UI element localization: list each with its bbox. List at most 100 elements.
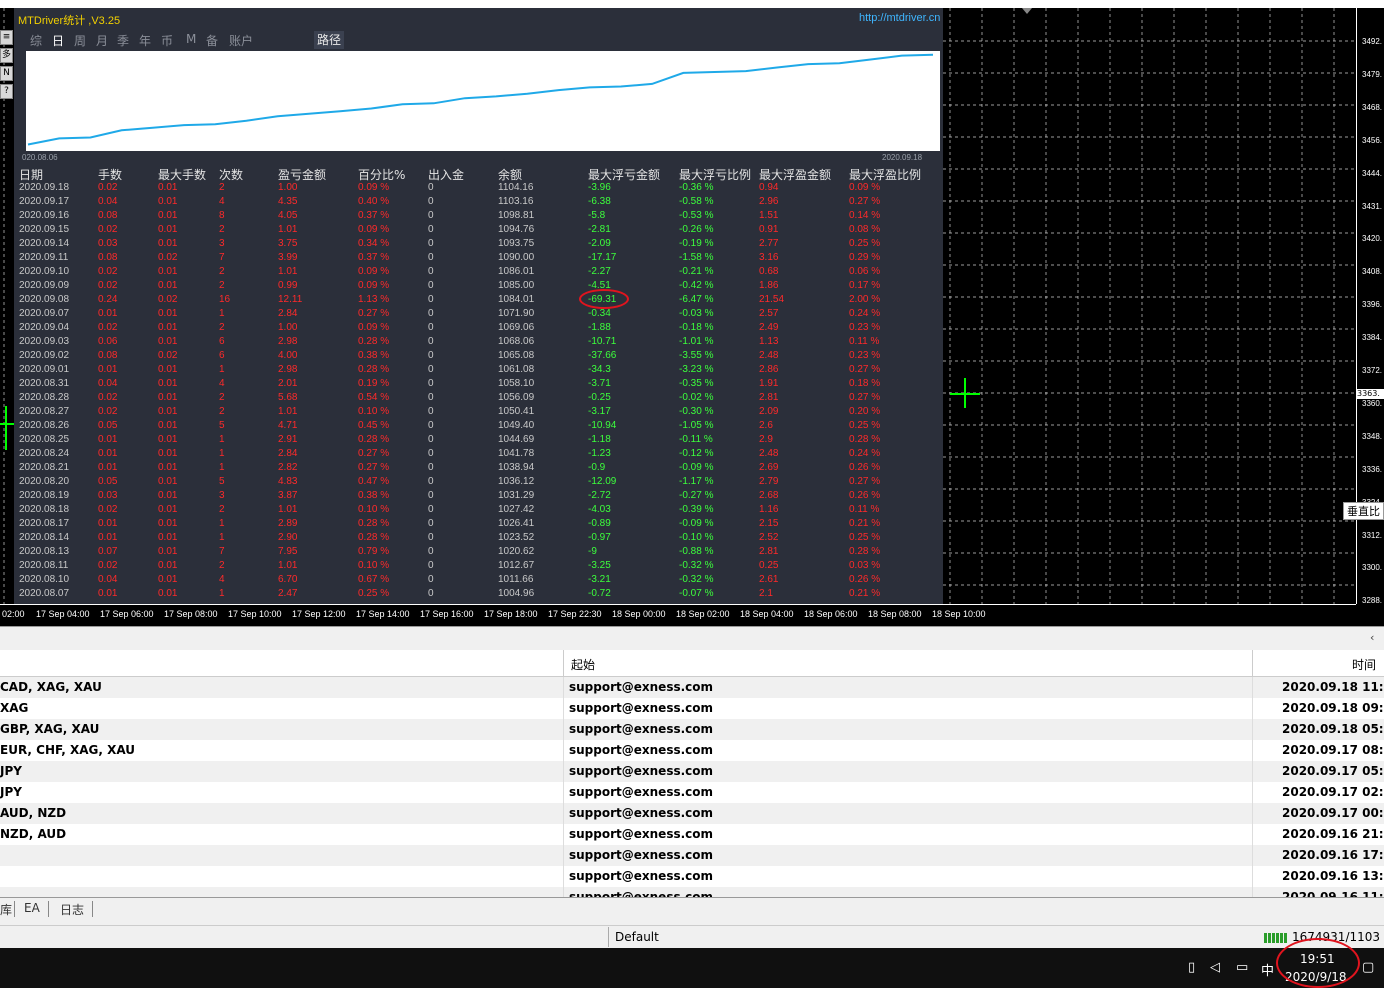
tab-period-2[interactable]: 周 [74, 32, 86, 49]
price-tick-label: 3420. [1362, 234, 1383, 244]
stats-cell: 0.26 % [849, 462, 881, 473]
stats-cell: -0.35 % [679, 378, 714, 389]
tab-period-8[interactable]: 备 [206, 32, 218, 49]
path-button[interactable]: 路径 [314, 31, 344, 49]
column-divider [1252, 740, 1253, 761]
stats-cell: 1 [219, 532, 225, 543]
stats-header-3[interactable]: 次数 [219, 166, 243, 183]
usb-icon[interactable]: ▯ [1188, 960, 1195, 975]
stats-cell: 1049.40 [498, 420, 535, 431]
stats-cell: 0.01 [158, 504, 178, 515]
stats-cell: 2.98 [278, 364, 298, 375]
price-tick-label: 3468. [1362, 102, 1383, 112]
mailbox-row[interactable]: AUD, NZD support@exness.com 2020.09.17 00:… [0, 803, 1384, 824]
stats-header-5[interactable]: 百分比% [358, 166, 405, 183]
header-time[interactable]: 时间 [1352, 656, 1376, 673]
collapse-arrow-icon[interactable]: ‹ [1370, 631, 1374, 644]
stats-cell: 0.02 [158, 294, 178, 305]
stats-cell: 1031.29 [498, 490, 535, 501]
stats-header-0[interactable]: 日期 [19, 166, 43, 183]
tab-journal[interactable]: 日志 [60, 901, 84, 918]
stats-cell: -2.81 [588, 224, 611, 235]
stats-cell: 2020.09.03 [19, 336, 70, 347]
ime-indicator[interactable]: 中 [1261, 960, 1274, 979]
network-icon[interactable]: ▭ [1236, 960, 1248, 975]
tab-period-3[interactable]: 月 [96, 32, 108, 49]
mailbox-row[interactable]: JPY support@exness.com 2020.09.17 02:05 [0, 782, 1384, 803]
stats-cell: 0.01 [158, 224, 178, 235]
stats-cell: 0 [428, 476, 434, 487]
mailbox-row[interactable]: support@exness.com 2020.09.16 11:35 [0, 887, 1384, 897]
stats-cell: 1090.00 [498, 252, 535, 263]
stats-cell: 0.01 [158, 574, 178, 585]
tab-period-9[interactable]: 账户 [229, 32, 253, 49]
stats-cell: 4.71 [278, 420, 298, 431]
tab-period-7[interactable]: M [186, 32, 196, 46]
column-divider [1252, 761, 1253, 782]
mtdriver-link[interactable]: http://mtdriver.cn [859, 12, 940, 24]
stats-header-11[interactable]: 最大浮盈比例 [849, 166, 921, 183]
multi-tool-icon[interactable]: 多 [0, 48, 13, 63]
stats-cell: 4.00 [278, 350, 298, 361]
stats-cell: 1.01 [278, 266, 298, 277]
stats-cell: 0 [428, 462, 434, 473]
price-tick-label: 3479. [1362, 69, 1383, 79]
mail-time: 2020.09.16 11:35 [1282, 890, 1384, 897]
mailbox-row[interactable]: XAG support@exness.com 2020.09.18 09:35 [0, 698, 1384, 719]
tab-period-4[interactable]: 季 [117, 32, 129, 49]
mail-symbols: XAG [0, 701, 29, 715]
stats-cell: 1 [219, 462, 225, 473]
stats-header-8[interactable]: 最大浮亏金额 [588, 166, 660, 183]
help-tool-icon[interactable]: ? [0, 84, 13, 99]
stats-cell: 5.68 [278, 392, 298, 403]
tab-period-5[interactable]: 年 [139, 32, 151, 49]
mailbox-row[interactable]: NZD, AUD support@exness.com 2020.09.16 21:… [0, 824, 1384, 845]
stats-header-6[interactable]: 出入金 [428, 166, 464, 183]
stats-cell: 1 [219, 434, 225, 445]
stats-header-10[interactable]: 最大浮盈金额 [759, 166, 831, 183]
stats-cell: 0.06 % [849, 266, 881, 277]
tab-period-0[interactable]: 综 [30, 32, 42, 49]
stats-cell: 2020.08.21 [19, 462, 70, 473]
tab-library[interactable]: 库 [0, 901, 12, 918]
stats-cell: 0 [428, 294, 434, 305]
stats-header-9[interactable]: 最大浮亏比例 [679, 166, 751, 183]
tab-period-1[interactable]: 日 [52, 32, 64, 49]
stats-cell: 0.11 % [849, 504, 880, 515]
stats-cell: 2020.08.10 [19, 574, 70, 585]
stats-cell: 0.04 [98, 574, 118, 585]
mailbox-row[interactable]: GBP, XAG, XAU support@exness.com 2020.09.1… [0, 719, 1384, 740]
header-from[interactable]: 起始 [571, 656, 595, 673]
volume-muted-icon[interactable]: ◁ [1210, 960, 1220, 975]
tab-ea[interactable]: EA [24, 901, 40, 915]
mailbox-row[interactable]: JPY support@exness.com 2020.09.17 05:05 [0, 761, 1384, 782]
stats-header-2[interactable]: 最大手数 [158, 166, 206, 183]
time-tick-label: 17 Sep 16:00 [420, 609, 474, 619]
mail-symbols: JPY [0, 785, 22, 799]
column-divider [563, 845, 564, 866]
mail-from: support@exness.com [569, 869, 714, 883]
stats-cell: 3 [219, 238, 225, 249]
stats-cell: 0.25 % [849, 420, 881, 431]
stats-cell: 0.27 % [849, 364, 881, 375]
menu-tool-icon[interactable]: ≡ [0, 30, 13, 45]
mailbox-row[interactable]: support@exness.com 2020.09.16 17:05 [0, 845, 1384, 866]
stats-cell: 0.01 [158, 210, 178, 221]
stats-cell: 0.01 [158, 434, 178, 445]
stats-header-1[interactable]: 手数 [98, 166, 122, 183]
mailbox-row[interactable]: EUR, CHF, XAG, XAU support@exness.com 2020… [0, 740, 1384, 761]
n-tool-icon[interactable]: N [0, 66, 13, 81]
notification-icon[interactable]: ▢ [1362, 960, 1374, 975]
stats-header-4[interactable]: 盈亏金额 [278, 166, 326, 183]
stats-cell: 0.08 [98, 210, 118, 221]
tab-period-6[interactable]: 币 [161, 32, 173, 49]
stats-cell: 2020.08.18 [19, 504, 70, 515]
mail-time: 2020.09.17 02:05 [1282, 785, 1384, 799]
mailbox-row[interactable]: support@exness.com 2020.09.16 13:35 [0, 866, 1384, 887]
mailbox-row[interactable]: CAD, XAG, XAU support@exness.com 2020.09.1… [0, 677, 1384, 698]
mail-from: support@exness.com [569, 743, 714, 757]
stats-cell: 1050.41 [498, 406, 535, 417]
stats-cell: 0 [428, 224, 434, 235]
stats-cell: 0.27 % [358, 448, 390, 459]
stats-header-7[interactable]: 余额 [498, 166, 522, 183]
